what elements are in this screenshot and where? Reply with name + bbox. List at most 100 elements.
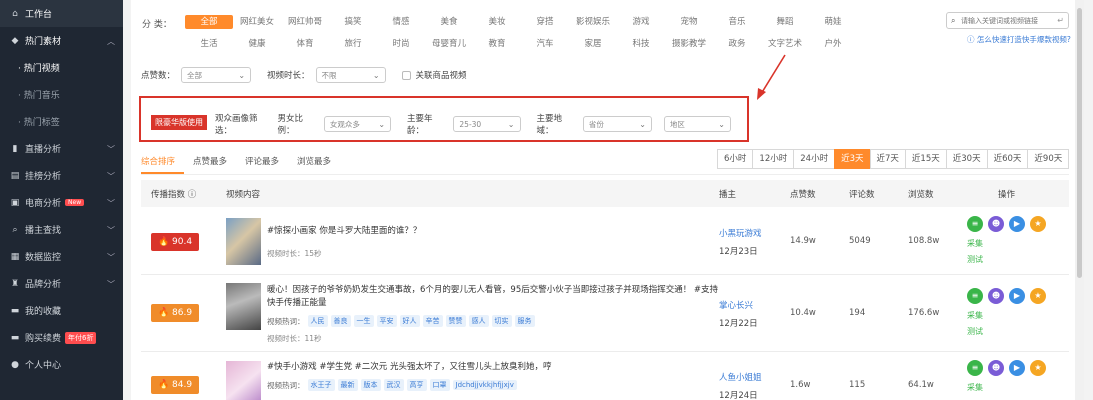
likes-select[interactable]: 全部 ⌄ [181,67,252,83]
sidebar-item-rank-analysis[interactable]: ▤ 挂榜分析 ﹀ [0,162,123,189]
search-input[interactable] [961,16,1056,25]
sidebar-item-anchor-search[interactable]: ⌕ 播主查找 ﹀ [0,216,123,243]
sidebar-item-hot-music[interactable]: · 热门音乐 [0,81,123,108]
play-icon[interactable]: ▶ [1009,288,1025,304]
hot-word-tag[interactable]: 人民 [307,315,328,327]
tab-12h[interactable]: 12小时 [752,149,795,169]
collect-link[interactable]: 采集 [967,310,983,321]
tab-30d[interactable]: 近30天 [945,149,988,169]
category-item[interactable]: 美妆 [473,15,521,29]
category-item[interactable]: 健康 [233,37,281,51]
video-thumbnail[interactable] [226,218,261,265]
category-item[interactable]: 网红帅哥 [281,15,329,29]
category-item[interactable]: 摄影教学 [665,37,713,51]
category-item[interactable]: 科技 [617,37,665,51]
category-item[interactable]: 户外 [809,37,857,51]
list-icon[interactable]: ≡ [967,360,983,376]
category-item[interactable]: 政务 [713,37,761,51]
video-title[interactable]: #快手小游戏 #学生党 #二次元 光头强太坏了，又往雪儿头上放臭利她，哼 [267,361,722,374]
category-item[interactable]: 萌娃 [809,15,857,29]
sidebar-item-brand-analysis[interactable]: ♜ 品牌分析 ﹀ [0,270,123,297]
duration-select[interactable]: 不限 ⌄ [315,67,386,83]
category-all[interactable]: 全部 [185,15,233,29]
tab-3d[interactable]: 近3天 [834,149,871,169]
hot-word-tag[interactable]: 口罩 [429,379,450,391]
sidebar-item-profile[interactable]: ● 个人中心 [0,351,123,378]
video-title[interactable]: #惊探小画家 你是斗罗大陆里面的谁？？ [267,225,722,238]
city-select[interactable]: 地区 ⌄ [663,116,731,132]
sidebar-item-renew[interactable]: ▬ 购买续费 年付6折 [0,324,123,351]
province-select[interactable]: 省份 ⌄ [582,116,652,132]
star-icon[interactable]: ★ [1030,360,1046,376]
hot-word-tag[interactable]: 善良 [330,315,351,327]
sidebar-item-hot-material[interactable]: ◆ 热门素材 ︿ [0,27,123,54]
category-item[interactable]: 音乐 [713,15,761,29]
help-link[interactable]: ⓘ 怎么快速打造快手爆款视频? [967,34,1071,45]
play-icon[interactable]: ▶ [1009,216,1025,232]
category-item[interactable]: 家居 [569,37,617,51]
category-item[interactable]: 体育 [281,37,329,51]
tab-6h[interactable]: 6小时 [717,149,754,169]
tab-7d[interactable]: 近7天 [869,149,906,169]
collect-link[interactable]: 采集 [967,382,983,393]
tab-most-views[interactable]: 浏览最多 [288,156,340,174]
category-item[interactable]: 汽车 [521,37,569,51]
category-item[interactable]: 美食 [425,15,473,29]
users-icon[interactable]: ☻ [988,288,1004,304]
tab-24h[interactable]: 24小时 [793,149,836,169]
hot-word-tag[interactable]: 赞赞 [445,315,466,327]
enter-icon[interactable]: ↵ [1057,16,1064,25]
hot-word-tag[interactable]: 服务 [514,315,535,327]
tab-most-comments[interactable]: 评论最多 [236,156,288,174]
category-item[interactable]: 穿搭 [521,15,569,29]
video-thumbnail[interactable] [226,361,261,400]
tab-15d[interactable]: 近15天 [904,149,947,169]
category-item[interactable]: 生活 [185,37,233,51]
hot-word-tag[interactable]: Jdchdjjvkkjhfjjxjv [452,380,517,390]
scrollbar[interactable] [1075,0,1084,400]
hot-word-tag[interactable]: 版本 [360,379,381,391]
hot-word-tag[interactable]: 感人 [468,315,489,327]
category-item[interactable]: 文字艺术 [761,37,809,51]
category-item[interactable]: 舞蹈 [761,15,809,29]
tab-90d[interactable]: 近90天 [1027,149,1070,169]
test-link[interactable]: 测试 [967,254,983,265]
hot-word-tag[interactable]: 切实 [491,315,512,327]
hot-word-tag[interactable]: 水王子 [307,379,335,391]
category-item[interactable]: 影视娱乐 [569,15,617,29]
hot-word-tag[interactable]: 一生 [353,315,374,327]
sidebar-item-live-analysis[interactable]: ▮ 直播分析 ﹀ [0,135,123,162]
sidebar-item-ecommerce[interactable]: ▣ 电商分析 New ﹀ [0,189,123,216]
category-item[interactable]: 母婴育儿 [425,37,473,51]
play-icon[interactable]: ▶ [1009,360,1025,376]
video-thumbnail[interactable] [226,283,261,330]
age-select[interactable]: 25-30 ⌄ [453,116,521,132]
hot-word-tag[interactable]: 辛苦 [422,315,443,327]
sidebar-item-favorites[interactable]: ▬ 我的收藏 [0,297,123,324]
list-icon[interactable]: ≡ [967,288,983,304]
hot-word-tag[interactable]: 好人 [399,315,420,327]
category-item[interactable]: 搞笑 [329,15,377,29]
sidebar-item-hot-tags[interactable]: · 热门标签 [0,108,123,135]
hot-word-tag[interactable]: 武汉 [383,379,404,391]
video-title[interactable]: 暖心！因孩子的爷爷奶奶发生交通事故，6个月的婴儿无人看管，95后交警小伙子当即接… [267,284,722,310]
users-icon[interactable]: ☻ [988,216,1004,232]
category-item[interactable]: 时尚 [377,37,425,51]
category-item[interactable]: 宠物 [665,15,713,29]
category-item[interactable]: 情感 [377,15,425,29]
hot-word-tag[interactable]: 最新 [337,379,358,391]
hot-word-tag[interactable]: 高亨 [406,379,427,391]
sidebar-item-hot-video[interactable]: · 热门视频 [0,54,123,81]
star-icon[interactable]: ★ [1030,288,1046,304]
hot-word-tag[interactable]: 平安 [376,315,397,327]
category-item[interactable]: 网红美女 [233,15,281,29]
category-item[interactable]: 旅行 [329,37,377,51]
sidebar-item-data-monitor[interactable]: ▦ 数据监控 ﹀ [0,243,123,270]
tab-overall[interactable]: 综合排序 [141,156,185,174]
category-item[interactable]: 游戏 [617,15,665,29]
product-video-checkbox[interactable] [401,70,411,80]
tab-60d[interactable]: 近60天 [986,149,1029,169]
users-icon[interactable]: ☻ [988,360,1004,376]
scrollbar-thumb[interactable] [1077,8,1082,278]
anchor-name[interactable]: 掌心长兴 [719,299,753,311]
